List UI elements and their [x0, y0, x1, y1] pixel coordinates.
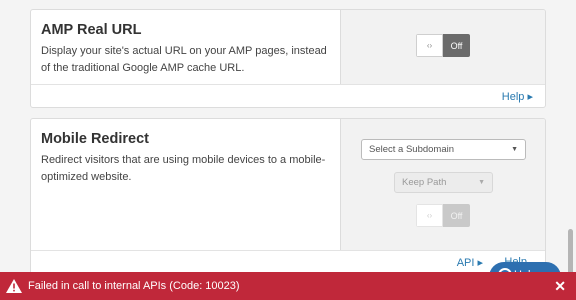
- amp-real-url-card: AMP Real URL Display your site's actual …: [30, 9, 546, 108]
- toggle-state-label: Off: [443, 204, 470, 227]
- amp-card-text: AMP Real URL Display your site's actual …: [31, 10, 340, 84]
- warning-icon: [6, 279, 22, 293]
- mobile-card-description: Redirect visitors that are using mobile …: [41, 154, 326, 183]
- toggle-state-label: Off: [443, 34, 470, 57]
- close-icon[interactable]: ✕: [554, 278, 566, 295]
- amp-card-footer: Help ▸: [31, 84, 545, 107]
- amp-card-description: Display your site's actual URL on your A…: [41, 45, 327, 74]
- chevron-down-icon: ▼: [511, 146, 518, 153]
- mobile-card-footer: API ▸ Help: [31, 250, 545, 274]
- alert-message: Failed in call to internal APIs (Code: 1…: [28, 280, 240, 292]
- amp-help-link[interactable]: Help ▸: [502, 90, 533, 103]
- api-link[interactable]: API ▸: [457, 256, 483, 269]
- subdomain-select-value: Select a Subdomain: [369, 144, 455, 155]
- amp-card-controls: ‹› Off: [340, 10, 545, 84]
- toggle-arrows-icon: ‹›: [416, 204, 443, 227]
- mobile-redirect-card: Mobile Redirect Redirect visitors that a…: [30, 118, 546, 278]
- amp-real-url-toggle[interactable]: ‹› Off: [416, 34, 470, 57]
- toggle-arrows-icon: ‹›: [416, 34, 443, 57]
- mobile-redirect-toggle[interactable]: ‹› Off: [416, 204, 470, 227]
- subdomain-select[interactable]: Select a Subdomain ▼: [361, 139, 526, 160]
- page-scrollbar[interactable]: [568, 229, 573, 277]
- mobile-card-text: Mobile Redirect Redirect visitors that a…: [31, 119, 340, 250]
- amp-card-title: AMP Real URL: [41, 22, 142, 38]
- error-alert-banner: Failed in call to internal APIs (Code: 1…: [0, 272, 576, 300]
- mobile-card-title: Mobile Redirect: [41, 131, 149, 147]
- keep-path-select[interactable]: Keep Path ▼: [394, 172, 493, 193]
- mobile-card-controls: Select a Subdomain ▼ Keep Path ▼ ‹› Off: [340, 119, 545, 250]
- keep-path-select-value: Keep Path: [402, 177, 447, 188]
- chevron-down-icon: ▼: [478, 179, 485, 186]
